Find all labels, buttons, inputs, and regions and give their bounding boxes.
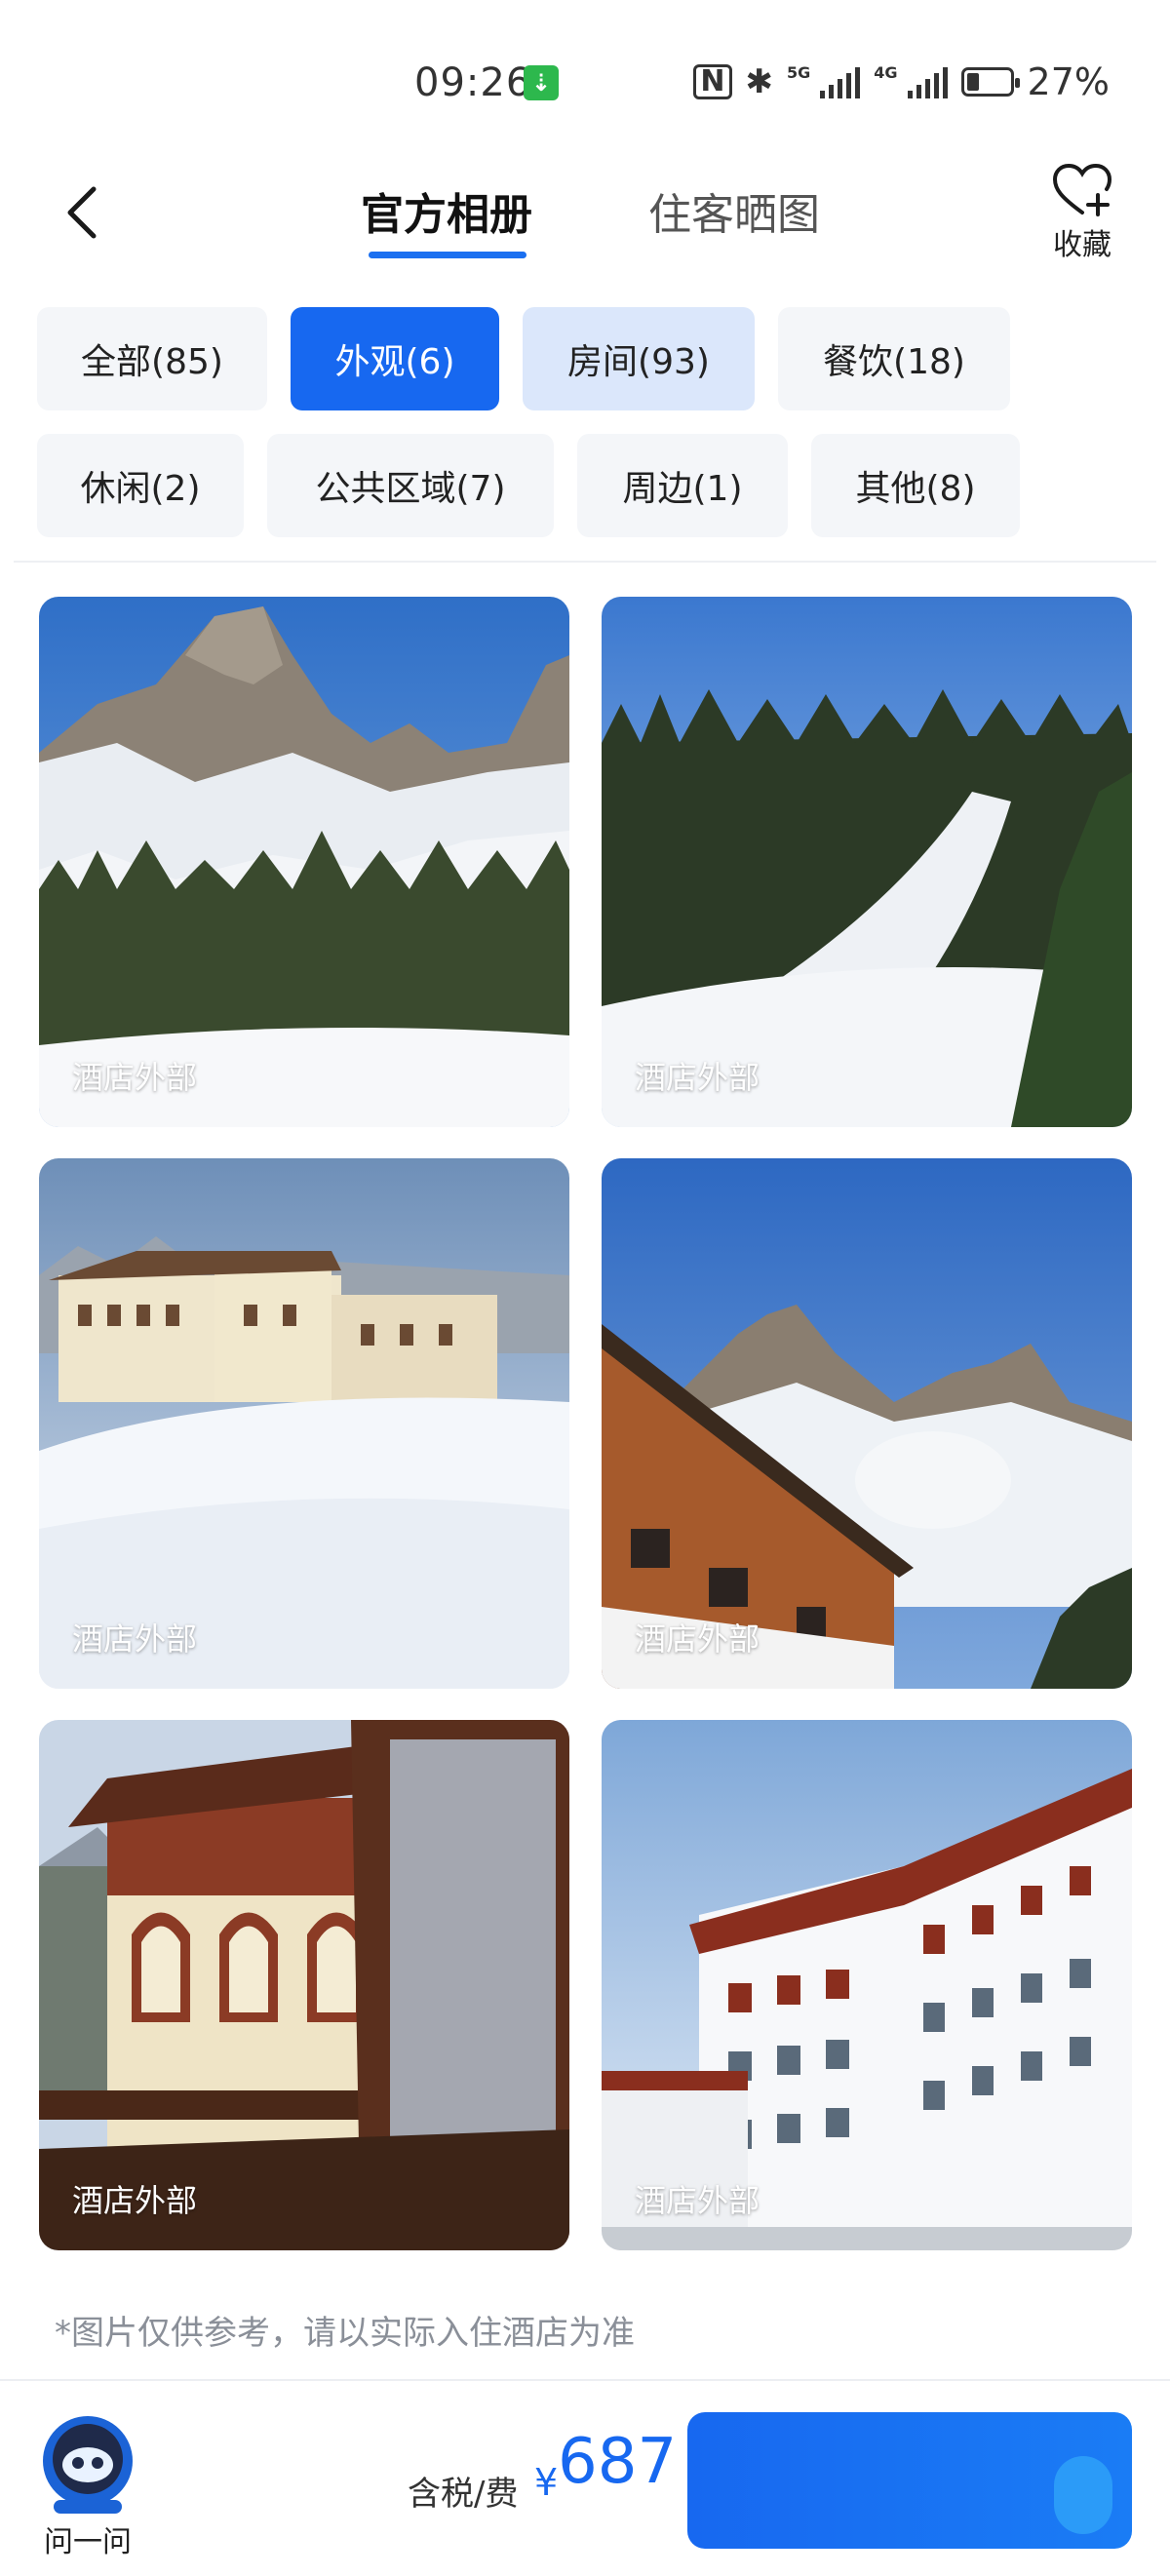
filter-public-area[interactable]: 公共区域(7) (267, 434, 554, 537)
chevron-left-icon (67, 186, 97, 239)
nfc-icon: N (693, 64, 732, 99)
photo-ski-slope (602, 597, 1132, 1127)
favorite-label: 收藏 (1053, 228, 1112, 262)
bottom-bar: 问一问 含税/费 ¥ 687 (0, 2379, 1170, 2576)
top-nav: 官方相册 住客晒图 收藏 (0, 146, 1170, 273)
divider (14, 561, 1156, 563)
photo-caption: 酒店外部 (635, 2182, 760, 2219)
heart-plus-icon (1052, 163, 1112, 216)
bluetooth-icon: ✱ (745, 62, 774, 101)
disclaimer-text: *图片仅供参考，请以实际入住酒店为准 (55, 2314, 635, 2353)
tab-guest-photos[interactable]: 住客晒图 (648, 179, 820, 242)
photo-balcony-arches (39, 1720, 569, 2250)
filter-rooms[interactable]: 房间(93) (523, 307, 755, 410)
photo-caption: 酒店外部 (72, 2182, 198, 2219)
status-icons: N ✱ 5G 4G 27% (693, 60, 1110, 103)
photo-caption: 酒店外部 (72, 1059, 198, 1096)
price-value: 687 (558, 2426, 678, 2498)
photo-card[interactable]: 酒店外部 (39, 597, 569, 1127)
status-bar: 09:26 ⇣ N ✱ 5G 4G 27% (0, 0, 1170, 146)
back-button[interactable] (57, 183, 115, 242)
network-4g-label: 4G (874, 62, 898, 82)
filter-surroundings[interactable]: 周边(1) (577, 434, 788, 537)
network-5g-label: 5G (787, 62, 811, 82)
photo-chalet-mountains (602, 1158, 1132, 1689)
signal-icon-2 (907, 65, 948, 98)
photo-hotel-snow (39, 1158, 569, 1689)
filter-other[interactable]: 其他(8) (811, 434, 1020, 537)
photo-caption: 酒店外部 (635, 1059, 760, 1096)
button-decoration (1054, 2456, 1112, 2534)
signal-icon (820, 65, 861, 98)
battery-percent: 27% (1027, 60, 1110, 103)
ask-label: 问一问 (44, 2525, 132, 2559)
photo-hotel-facade (602, 1720, 1132, 2250)
photo-card[interactable]: 酒店外部 (39, 1720, 569, 2250)
filter-exterior[interactable]: 外观(6) (291, 307, 499, 410)
filter-all[interactable]: 全部(85) (37, 307, 267, 410)
status-time: 09:26 (414, 60, 532, 105)
price-currency: ¥ (534, 2461, 559, 2504)
robot-assistant-icon (43, 2416, 133, 2514)
battery-icon (960, 67, 1020, 97)
active-tab-indicator (369, 252, 526, 258)
photo-card[interactable]: 酒店外部 (39, 1158, 569, 1689)
filter-leisure[interactable]: 休闲(2) (37, 434, 244, 537)
filter-dining[interactable]: 餐饮(18) (778, 307, 1010, 410)
tab-official-album[interactable]: 官方相册 (361, 179, 532, 242)
charging-icon: ⇣ (524, 65, 559, 100)
photo-card[interactable]: 酒店外部 (602, 597, 1132, 1127)
price-tax-label: 含税/费 (408, 2475, 519, 2514)
favorite-button[interactable]: 收藏 (1043, 162, 1121, 263)
ask-assistant-button[interactable]: 问一问 (29, 2410, 146, 2560)
photo-caption: 酒店外部 (635, 1620, 760, 1658)
photo-mountain-peak (39, 597, 569, 1127)
photo-caption: 酒店外部 (72, 1620, 198, 1658)
photo-card[interactable]: 酒店外部 (602, 1720, 1132, 2250)
book-button[interactable] (687, 2412, 1132, 2549)
photo-card[interactable]: 酒店外部 (602, 1158, 1132, 1689)
